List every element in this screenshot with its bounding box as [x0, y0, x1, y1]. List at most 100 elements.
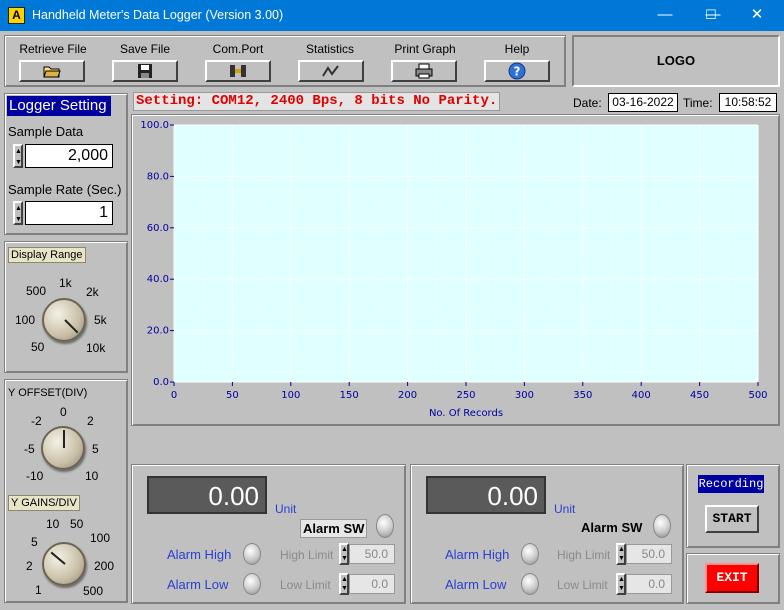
gain-tick-2: 2: [26, 559, 33, 573]
sample-rate-label: Sample Rate (Sec.): [8, 182, 122, 197]
y-offset-knob[interactable]: [41, 426, 85, 470]
channel1-high-limit-spinner[interactable]: ▲ ▼: [339, 543, 349, 565]
start-button[interactable]: START: [705, 505, 759, 533]
sample-data-spinner[interactable]: ▲ ▼: [13, 144, 23, 168]
channel2-alarm-switch[interactable]: [653, 514, 671, 538]
help-label: Help: [504, 42, 530, 56]
data-chart: 0 50 100 150 200 250 300 350 400 450 500 0.0 20.0 40…: [140, 120, 767, 419]
channel2-alarm-high-label: Alarm High: [445, 547, 510, 562]
sample-data-label: Sample Data: [8, 124, 84, 139]
date-field: 03-16-2022: [608, 93, 678, 112]
offset-tick-neg10: -10: [26, 469, 44, 483]
gain-tick-50: 50: [70, 517, 84, 531]
open-folder-icon: [43, 66, 61, 78]
x-tick-label: 450: [690, 390, 709, 401]
channel1-alarm-high-label: Alarm High: [167, 547, 232, 562]
date-label: Date:: [573, 96, 602, 110]
range-tick-500: 500: [26, 284, 47, 298]
print-graph-button[interactable]: [391, 60, 457, 82]
sample-rate-field[interactable]: 1: [25, 201, 113, 225]
statistics-label: Statistics: [305, 42, 354, 56]
floppy-disk-icon: [138, 64, 152, 78]
y-tick-label: 60.0: [147, 223, 169, 234]
window-title: Handheld Meter's Data Logger (Version 3.…: [32, 8, 284, 22]
range-tick-50: 50: [31, 340, 45, 354]
range-tick-5k: 5k: [94, 313, 107, 327]
y-tick-label: 80.0: [147, 171, 169, 182]
channel2-unit: Unit: [554, 502, 576, 516]
channel1-low-limit-field[interactable]: 0.0: [349, 574, 395, 594]
channel1-low-limit-label: Low Limit: [280, 578, 331, 592]
display-range-knob[interactable]: [42, 298, 86, 342]
channel1-high-limit-label: High Limit: [280, 548, 334, 562]
channel1-alarm-switch[interactable]: [376, 514, 394, 538]
printer-icon: [415, 63, 433, 79]
y-tick-label: 20.0: [147, 326, 169, 337]
sample-data-field[interactable]: 2,000: [25, 144, 113, 168]
close-window-button[interactable]: ✕: [734, 0, 780, 31]
logo-box: LOGO: [572, 35, 780, 87]
save-file-button[interactable]: [112, 60, 178, 82]
x-tick-label: 50: [226, 390, 239, 401]
exit-button[interactable]: EXIT: [705, 563, 759, 593]
retrieve-file-button[interactable]: [19, 60, 85, 82]
x-tick-label: 300: [515, 390, 534, 401]
offset-tick-neg2: -2: [31, 414, 42, 428]
channel2-display: 0.00: [426, 476, 546, 514]
serial-port-icon: [230, 65, 246, 77]
x-tick-label: 250: [456, 390, 475, 401]
help-icon: ?: [508, 62, 526, 80]
sample-rate-spinner[interactable]: ▲ ▼: [13, 201, 23, 225]
maximize-window-button[interactable]: ☐: [688, 0, 734, 31]
x-tick-label: 100: [281, 390, 300, 401]
range-tick-100: 100: [15, 313, 36, 327]
statistics-button[interactable]: [298, 60, 364, 82]
channel2-high-limit-spinner[interactable]: ▲ ▼: [616, 543, 626, 565]
channel2-alarm-low-label: Alarm Low: [445, 577, 507, 592]
offset-tick-10: 10: [85, 469, 99, 483]
channel2-alarm-low-led: [521, 573, 539, 595]
chart-statistics-icon: [322, 65, 339, 77]
channel1-high-limit-field[interactable]: 50.0: [349, 544, 395, 564]
channel2-low-limit-field[interactable]: 0.0: [626, 574, 672, 594]
channel2-alarm-sw-label: Alarm SW: [581, 520, 643, 535]
x-axis-label: No. Of Records: [429, 408, 503, 419]
logger-setting-title: Logger Setting: [7, 96, 111, 116]
channel1-alarm-high-led: [243, 543, 261, 565]
com-port-button[interactable]: [205, 60, 271, 82]
offset-tick-0: 0: [60, 405, 67, 419]
channel1-unit: Unit: [275, 502, 297, 516]
svg-text:?: ?: [514, 65, 521, 79]
x-tick-label: 150: [340, 390, 359, 401]
gain-tick-5: 5: [31, 535, 38, 549]
channel2-high-limit-field[interactable]: 50.0: [626, 544, 672, 564]
logo-text: LOGO: [656, 53, 696, 68]
y-offset-label: Y OFFSET(DIV): [6, 386, 90, 400]
channel2-low-limit-label: Low Limit: [557, 578, 608, 592]
save-file-label: Save File: [119, 42, 171, 56]
y-gains-label: Y GAINS/DIV: [8, 495, 80, 511]
channel2-low-limit-spinner[interactable]: ▲ ▼: [616, 573, 626, 595]
y-tick-label: 100.0: [140, 120, 169, 131]
gain-tick-200: 200: [94, 559, 115, 573]
y-ticks: 0.0 20.0 40.0 60.0 80.0 100.0: [140, 120, 174, 388]
help-button[interactable]: ?: [484, 60, 550, 82]
offset-tick-neg5: -5: [24, 442, 35, 456]
time-field: 10:58:52: [719, 93, 777, 112]
retrieve-file-label: Retrieve File: [19, 42, 87, 56]
app-icon: A: [8, 7, 25, 24]
range-tick-2k: 2k: [86, 285, 99, 299]
chart-grid: [173, 124, 759, 383]
gain-tick-100: 100: [90, 531, 111, 545]
gain-tick-1: 1: [35, 583, 42, 597]
recording-label: Recording: [698, 475, 764, 493]
x-tick-label: 200: [398, 390, 417, 401]
range-tick-1k: 1k: [59, 276, 72, 290]
y-gains-knob[interactable]: [42, 542, 86, 586]
time-label: Time:: [683, 96, 713, 110]
gain-tick-10: 10: [46, 517, 60, 531]
x-tick-label: 350: [573, 390, 592, 401]
channel2-high-limit-label: High Limit: [557, 548, 611, 562]
channel1-low-limit-spinner[interactable]: ▲ ▼: [339, 573, 349, 595]
minimize-window-button[interactable]: —: [642, 0, 688, 31]
